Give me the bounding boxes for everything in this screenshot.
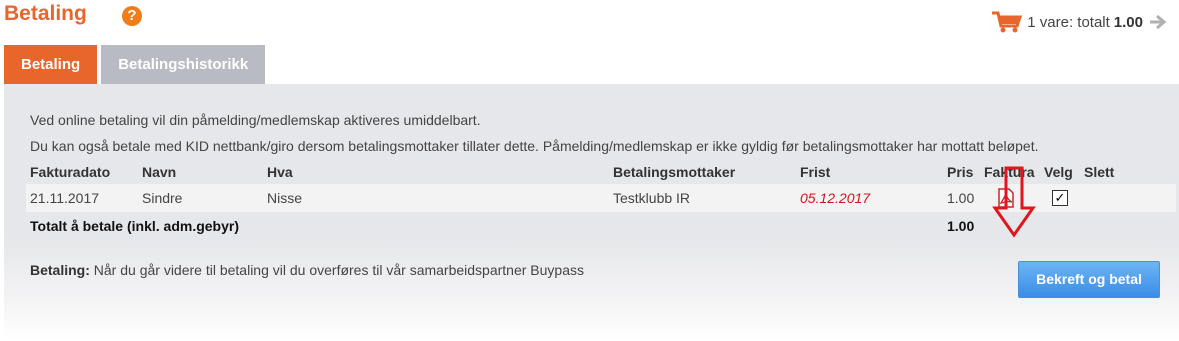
row-price: 1.00 xyxy=(947,190,975,206)
column-header-price: Pris xyxy=(947,164,974,180)
column-header-date: Fakturadato xyxy=(30,164,111,180)
column-header-name: Navn xyxy=(142,164,177,180)
row-name: Sindre xyxy=(142,190,183,206)
cart-amount: 1.00 xyxy=(1113,13,1143,31)
row-what: Nisse xyxy=(267,190,303,206)
row-deadline: 05.12.2017 xyxy=(800,190,871,206)
help-icon[interactable]: ? xyxy=(122,6,142,26)
cart-summary[interactable]: 1 vare: totalt 1.00 xyxy=(991,10,1167,34)
row-recipient: Testklubb IR xyxy=(613,190,691,206)
tab-betalingshistorikk[interactable]: Betalingshistorikk xyxy=(101,45,266,84)
shopping-cart-icon xyxy=(992,11,1023,33)
payment-note-text: Når du går videre til betaling vil du ov… xyxy=(93,262,584,278)
payment-panel: Ved online betaling vil din påmelding/me… xyxy=(4,84,1179,341)
column-header-what: Hva xyxy=(267,164,293,180)
tab-betaling[interactable]: Betaling xyxy=(4,45,98,84)
total-value: 1.00 xyxy=(947,218,975,234)
confirm-and-pay-button[interactable]: Bekreft og betal xyxy=(1018,261,1160,298)
column-header-deadline: Frist xyxy=(800,164,831,180)
tab-bar: Betaling Betalingshistorikk xyxy=(4,45,269,84)
payment-note-label: Betaling: xyxy=(30,262,90,278)
select-checkbox[interactable]: ✓ xyxy=(1052,190,1068,206)
payment-note: Betaling: Når du går videre til betaling… xyxy=(30,262,584,278)
column-header-select: Velg xyxy=(1044,164,1073,180)
arrow-right-icon[interactable] xyxy=(1149,14,1167,30)
info-text-kid: Du kan også betale med KID nettbank/giro… xyxy=(30,138,1039,154)
arrow-down-annotation-icon xyxy=(992,166,1036,238)
page-title: Betaling xyxy=(4,2,87,25)
column-header-recipient: Betalingsmottaker xyxy=(613,164,736,180)
column-header-delete: Slett xyxy=(1084,164,1115,180)
info-text-online: Ved online betaling vil din påmelding/me… xyxy=(30,112,481,128)
total-label: Totalt å betale (inkl. adm.gebyr) xyxy=(30,218,240,234)
row-date: 21.11.2017 xyxy=(30,190,100,206)
cart-label: 1 vare: totalt xyxy=(1027,13,1110,31)
